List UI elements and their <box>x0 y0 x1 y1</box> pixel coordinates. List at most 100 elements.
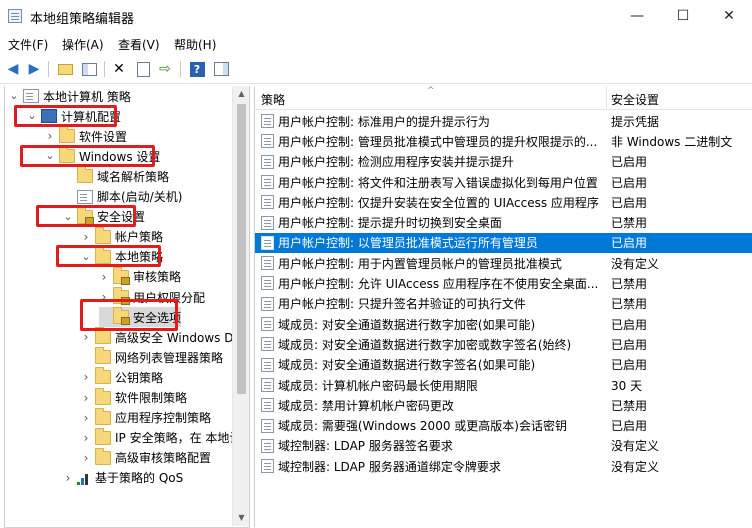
security-setting-value: 30 天 <box>611 378 643 393</box>
policy-icon <box>261 296 274 311</box>
collapse-chevron-icon[interactable]: ⌄ <box>9 90 19 101</box>
minimize-button[interactable]: — <box>614 0 660 32</box>
menu-view[interactable]: 查看(V) <box>118 36 160 53</box>
tree-item[interactable]: 网络列表管理器策略 <box>81 347 223 367</box>
properties-icon[interactable] <box>134 60 152 78</box>
tree-item[interactable]: › 高级审核策略配置 <box>81 447 211 468</box>
details-list: ^ 策略 安全设置 用户帐户控制: 标准用户的提升提示行为 提示凭据 用户帐户控制:… <box>254 86 752 528</box>
policy-name: 域成员: 对安全通道数据进行数字加密或数字签名(始终) <box>278 337 572 352</box>
list-row[interactable]: 域成员: 禁用计算机帐户密码更改 已禁用 <box>255 395 752 415</box>
list-row[interactable]: 域控制器: LDAP 服务器签名要求 没有定义 <box>255 436 752 456</box>
list-row[interactable]: 域成员: 对安全通道数据进行数字加密(如果可能) 已启用 <box>255 314 752 334</box>
list-row[interactable]: 域成员: 计算机帐户密码最长使用期限 30 天 <box>255 375 752 395</box>
tree-item[interactable]: › 审核策略 <box>99 266 181 287</box>
expand-chevron-icon[interactable]: › <box>81 391 91 405</box>
list-row[interactable]: 用户帐户控制: 标准用户的提升提示行为 提示凭据 <box>255 111 752 131</box>
help-icon[interactable]: ? <box>188 60 206 78</box>
tree-scrollbar[interactable]: ▲ ▼ <box>232 86 249 526</box>
policy-icon <box>261 337 274 352</box>
title-bar: 本地组策略编辑器 — ☐ ✕ <box>0 0 752 32</box>
list-row[interactable]: 用户帐户控制: 提示提升时切换到安全桌面 已禁用 <box>255 213 752 233</box>
tree-item[interactable]: › IP 安全策略，在 本地计 <box>81 427 241 448</box>
tree-scroll-thumb[interactable] <box>237 104 246 394</box>
delete-icon[interactable]: ✕ <box>110 60 128 78</box>
up-folder-icon[interactable] <box>56 60 74 78</box>
collapse-chevron-icon[interactable]: ⌄ <box>81 251 91 262</box>
tree-item-label: 域名解析策略 <box>97 169 170 184</box>
tree-item[interactable]: 安全选项 <box>99 307 182 328</box>
list-row[interactable]: 用户帐户控制: 只提升签名并验证的可执行文件 已禁用 <box>255 294 752 314</box>
tree-item[interactable]: › 软件限制策略 <box>81 387 187 408</box>
tree-item[interactable]: ⌄ 本地策略 <box>81 246 163 267</box>
tree-item[interactable]: ⌄ Windows 设置 <box>45 146 160 166</box>
expand-chevron-icon[interactable]: › <box>99 270 109 284</box>
secured-folder-icon <box>113 266 130 285</box>
expand-chevron-icon[interactable]: › <box>81 451 91 465</box>
list-row[interactable]: 域成员: 需要强(Windows 2000 或更高版本)会话密钥 已启用 <box>255 416 752 436</box>
show-hide-tree-icon[interactable] <box>80 60 98 78</box>
expand-chevron-icon[interactable]: › <box>45 129 55 143</box>
tree-item[interactable]: › 高级安全 Windows Def <box>81 327 245 347</box>
tree-item[interactable]: ⌄ 安全设置 <box>63 206 145 227</box>
expand-chevron-icon[interactable]: › <box>99 290 109 304</box>
menu-file[interactable]: 文件(F) <box>8 36 48 53</box>
list-row-selected[interactable]: 用户帐户控制: 以管理员批准模式运行所有管理员 已启用 <box>255 232 752 254</box>
collapse-chevron-icon[interactable]: ⌄ <box>45 150 55 161</box>
column-divider[interactable] <box>606 86 607 110</box>
menu-help[interactable]: 帮助(H) <box>174 36 216 53</box>
expand-chevron-icon[interactable]: › <box>81 230 91 244</box>
tree-item-label: 公钥策略 <box>115 370 164 385</box>
policy-icon <box>261 317 274 331</box>
tree-item[interactable]: › 用户权限分配 <box>99 287 205 307</box>
back-arrow-icon[interactable]: ◀ <box>4 60 22 78</box>
security-setting-value: 没有定义 <box>611 256 660 271</box>
tree-item[interactable]: 脚本(启动/关机) <box>63 187 182 207</box>
scroll-down-icon[interactable]: ▼ <box>233 510 249 526</box>
policy-icon <box>261 256 274 271</box>
export-list-icon[interactable]: ⇨ <box>156 60 174 78</box>
policy-name: 域控制器: LDAP 服务器通道绑定令牌要求 <box>278 459 501 474</box>
list-row[interactable]: 域成员: 对安全通道数据进行数字加密或数字签名(始终) 已启用 <box>255 334 752 354</box>
scroll-up-icon[interactable]: ▲ <box>233 86 249 102</box>
show-action-pane-icon[interactable] <box>212 60 230 78</box>
toolbar-separator <box>104 61 105 77</box>
policy-name: 用户帐户控制: 提示提升时切换到安全桌面 <box>278 216 502 231</box>
tree-item[interactable]: › 公钥策略 <box>81 367 163 387</box>
list-row[interactable]: 用户帐户控制: 管理员批准模式中管理员的提升权限提示的... 非 Windows … <box>255 131 752 151</box>
security-setting-value: 已禁用 <box>611 277 648 292</box>
collapse-chevron-icon[interactable]: ⌄ <box>27 110 37 121</box>
tree-item[interactable]: › 基于策略的 QoS <box>63 468 184 488</box>
security-setting-value: 已启用 <box>611 175 648 190</box>
folder-icon <box>77 166 93 184</box>
tree-item[interactable]: 域名解析策略 <box>63 166 169 186</box>
maximize-button[interactable]: ☐ <box>660 0 706 32</box>
forward-arrow-icon[interactable]: ▶ <box>25 60 43 78</box>
list-row[interactable]: 域控制器: LDAP 服务器通道绑定令牌要求 没有定义 <box>255 456 752 476</box>
list-row[interactable]: 用户帐户控制: 用于内置管理员帐户的管理员批准模式 没有定义 <box>255 253 752 273</box>
security-setting-value: 没有定义 <box>611 439 660 454</box>
tree-item[interactable]: ⌄ 本地计算机 策略 <box>9 86 131 106</box>
expand-chevron-icon[interactable]: › <box>63 471 73 485</box>
tree-item[interactable]: › 应用程序控制策略 <box>81 407 211 428</box>
security-setting-value: 已启用 <box>611 195 648 210</box>
tree-item[interactable]: › 帐户策略 <box>81 226 163 247</box>
list-row[interactable]: 用户帐户控制: 将文件和注册表写入错误虚拟化到每用户位置 已启用 <box>255 172 752 192</box>
expand-chevron-icon[interactable]: › <box>81 330 91 344</box>
policy-icon <box>261 459 274 474</box>
tree-item[interactable]: › 软件设置 <box>45 126 127 146</box>
tree-item[interactable]: ⌄ 计算机配置 <box>27 106 121 126</box>
list-row[interactable]: 用户帐户控制: 仅提升安装在安全位置的 UIAccess 应用程序 已启用 <box>255 192 752 212</box>
tree-item-label: 计算机配置 <box>61 109 122 124</box>
list-row[interactable]: 用户帐户控制: 允许 UIAccess 应用程序在不使用安全桌面... 已禁用 <box>255 273 752 293</box>
column-header-policy[interactable]: 策略 <box>261 91 285 108</box>
expand-chevron-icon[interactable]: › <box>81 431 91 445</box>
expand-chevron-icon[interactable]: › <box>81 370 91 384</box>
collapse-chevron-icon[interactable]: ⌄ <box>63 211 73 222</box>
close-button[interactable]: ✕ <box>706 0 752 32</box>
list-row[interactable]: 用户帐户控制: 检测应用程序安装并提示提升 已启用 <box>255 152 752 172</box>
expand-chevron-icon[interactable]: › <box>81 411 91 425</box>
security-setting-value: 已启用 <box>611 155 648 170</box>
list-row[interactable]: 域成员: 对安全通道数据进行数字签名(如果可能) 已启用 <box>255 355 752 375</box>
column-header-setting[interactable]: 安全设置 <box>611 91 659 108</box>
menu-action[interactable]: 操作(A) <box>62 36 104 53</box>
